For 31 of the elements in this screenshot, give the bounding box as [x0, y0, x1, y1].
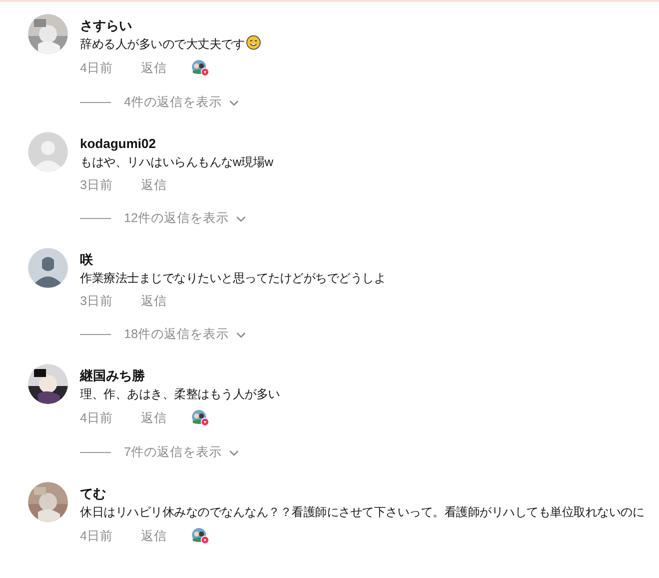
- timestamp: 3日前: [80, 293, 114, 309]
- reply-link[interactable]: 返信: [141, 293, 191, 309]
- reply-link[interactable]: 返信: [141, 410, 191, 426]
- avatar-icon: [28, 132, 68, 172]
- timestamp: 3日前: [80, 177, 114, 193]
- comment-text: 理、作、あはき、柔整はもう人が多い: [80, 386, 280, 403]
- comment-text: 作業療法士まじでなりたいと思ってたけどがちでどうしよ: [80, 270, 386, 287]
- chevron-down-icon: [236, 332, 246, 338]
- chevron-down-icon: [236, 216, 246, 222]
- chevron-down-icon: [228, 100, 239, 106]
- comment-text: もはや、リハはいらんもんなw現場w: [80, 154, 274, 171]
- view-replies-button[interactable]: 12件の返信を表示: [124, 210, 246, 227]
- view-replies-button[interactable]: 4件の返信を表示: [124, 94, 239, 111]
- avatar-icon: [28, 248, 68, 288]
- view-replies-button[interactable]: 18件の返信を表示: [124, 326, 246, 343]
- smile-icon: [246, 35, 260, 50]
- reply-link[interactable]: 返信: [141, 528, 191, 544]
- username[interactable]: kodagumi02: [80, 135, 274, 152]
- comment-text: 休日はリハビリ休みなのでなんなん？？看護師にさせて下さいって。看護師がリハしても単位取れないのに: [80, 504, 644, 521]
- username[interactable]: 咲: [80, 251, 386, 268]
- timestamp: 4日前: [80, 410, 114, 426]
- view-replies-button[interactable]: 7件の返信を表示: [124, 444, 239, 461]
- chevron-down-icon: [228, 450, 239, 456]
- comment-text: 辞める人が多いので大丈夫です: [80, 35, 260, 54]
- username[interactable]: 継国みち勝: [80, 367, 280, 384]
- username[interactable]: てむ: [80, 485, 644, 502]
- reply-link[interactable]: 返信: [141, 177, 191, 193]
- reply-link[interactable]: 返信: [141, 60, 191, 76]
- timestamp: 4日前: [80, 528, 114, 544]
- timestamp: 4日前: [80, 60, 114, 76]
- username[interactable]: さすらい: [80, 17, 260, 34]
